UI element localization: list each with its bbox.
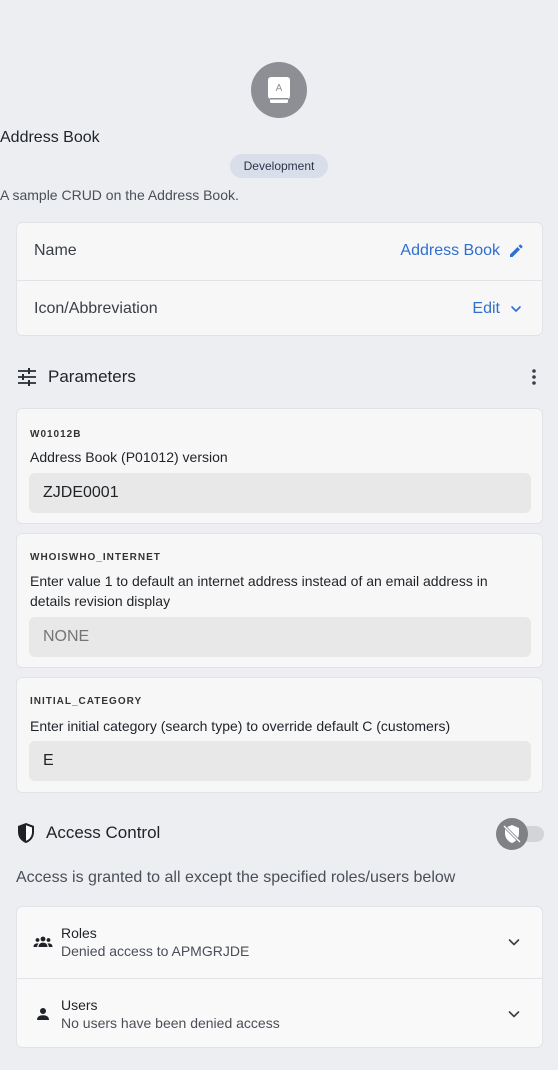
chevron-down-icon[interactable] xyxy=(506,934,522,950)
parameter-name: INITIAL_CATEGORY xyxy=(30,696,143,707)
svg-text:A: A xyxy=(276,83,283,94)
chevron-down-icon[interactable] xyxy=(506,1006,522,1022)
users-title: Users xyxy=(61,996,98,1013)
parameter-name: W01012B xyxy=(30,429,82,440)
app-description: A sample CRUD on the Address Book. xyxy=(0,187,239,203)
properties-card: Name Address Book Icon/Abbreviation Edit xyxy=(16,222,543,336)
access-list-card: Roles Denied access to APMGRJDE Users No… xyxy=(16,906,543,1048)
parameter-description: Enter initial category (search type) to … xyxy=(30,718,451,734)
name-row[interactable]: Name Address Book xyxy=(17,223,542,279)
users-row[interactable]: Users No users have been denied access xyxy=(17,978,542,1048)
chevron-down-icon[interactable] xyxy=(508,301,524,317)
app-title: Address Book xyxy=(0,129,100,146)
icon-edit-control[interactable]: Edit xyxy=(472,300,524,318)
parameter-description: Address Book (P01012) version xyxy=(30,449,228,465)
parameters-header: Parameters xyxy=(16,364,543,390)
parameter-input-w01012b[interactable] xyxy=(29,473,531,513)
parameter-name: WHOISWHO_INTERNET xyxy=(30,552,161,563)
access-control-toggle[interactable] xyxy=(496,817,544,851)
parameters-title: Parameters xyxy=(48,367,136,386)
roles-title: Roles xyxy=(61,925,97,941)
parameter-input-whoiswho-internet[interactable] xyxy=(29,617,531,657)
app-avatar: A xyxy=(251,62,307,118)
name-value[interactable]: Address Book xyxy=(400,242,524,260)
icon-edit-text[interactable]: Edit xyxy=(472,300,500,318)
shield-icon xyxy=(18,823,34,843)
icon-row[interactable]: Icon/Abbreviation Edit xyxy=(17,280,542,336)
users-subtitle: No users have been denied access xyxy=(61,1014,280,1031)
shield-off-icon xyxy=(502,824,522,844)
parameter-card-whoiswho-internet: WHOISWHO_INTERNET Enter value 1 to defau… xyxy=(16,533,543,668)
toggle-knob[interactable] xyxy=(496,818,528,850)
parameter-card-w01012b: W01012B Address Book (P01012) version xyxy=(16,408,543,524)
sliders-icon xyxy=(18,368,36,386)
parameter-card-initial-category: INITIAL_CATEGORY Enter initial category … xyxy=(16,677,543,793)
name-value-text[interactable]: Address Book xyxy=(400,242,500,260)
parameter-input-initial-category[interactable] xyxy=(29,741,531,781)
book-icon: A xyxy=(268,77,290,103)
access-note: Access is granted to all except the spec… xyxy=(16,869,456,886)
person-icon xyxy=(37,1007,49,1020)
access-control-header: Access Control xyxy=(16,820,486,846)
pencil-icon[interactable] xyxy=(508,243,524,259)
name-label: Name xyxy=(34,242,77,259)
parameter-description: Enter value 1 to default an internet add… xyxy=(30,573,488,609)
roles-row[interactable]: Roles Denied access to APMGRJDE xyxy=(17,907,542,977)
group-icon xyxy=(33,936,53,947)
roles-subtitle: Denied access to APMGRJDE xyxy=(61,943,250,959)
access-control-title: Access Control xyxy=(46,823,161,842)
icon-label: Icon/Abbreviation xyxy=(34,299,158,317)
environment-badge: Development xyxy=(230,154,328,178)
more-vertical-icon[interactable] xyxy=(519,365,543,389)
